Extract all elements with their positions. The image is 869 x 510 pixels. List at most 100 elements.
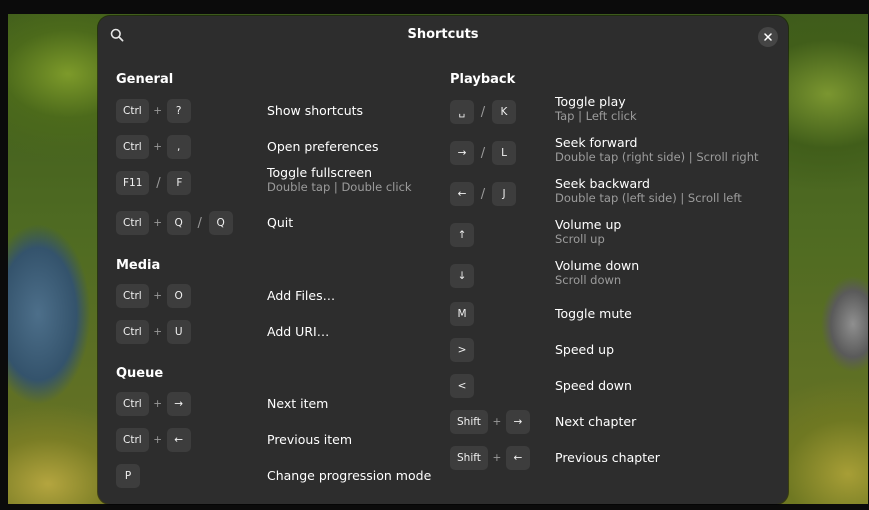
key-separator-plus: + [153, 141, 163, 153]
section-title-media: Media [116, 258, 161, 273]
key-separator-slash: / [480, 104, 486, 120]
shortcut-subtitle: Tap | Left click [555, 109, 637, 123]
keycap: Q [208, 211, 233, 235]
shortcut-title: Next item [267, 396, 329, 411]
shortcut-row-next-chapter: Shift + → Next chapter [450, 410, 780, 434]
keycap: Ctrl [116, 99, 149, 123]
keycap: → [450, 141, 474, 165]
shortcut-title: Toggle fullscreen [267, 165, 372, 180]
section-title-general: General [116, 72, 174, 87]
shortcut-keys: Shift + ← [450, 446, 530, 470]
shortcut-title: Previous chapter [555, 450, 660, 465]
shortcut-title: Open preferences [267, 139, 379, 154]
keycap: M [450, 302, 474, 326]
key-separator-plus: + [153, 105, 163, 117]
shortcut-keys: Ctrl + U [116, 320, 191, 344]
keycap: Ctrl [116, 284, 149, 308]
shortcut-row-previous-chapter: Shift + ← Previous chapter [450, 446, 780, 470]
shortcut-row-add-files: Ctrl + O Add Files… [116, 284, 436, 308]
shortcut-title: Speed down [555, 378, 632, 393]
section-title-playback: Playback [450, 72, 516, 87]
keycap: Ctrl [116, 211, 149, 235]
shortcut-subtitle: Scroll up [555, 232, 605, 246]
keycap: Ctrl [116, 135, 149, 159]
shortcut-row-volume-up: ↑ Volume up Scroll up [450, 217, 780, 247]
dialog-title: Shortcuts [407, 27, 479, 42]
shortcut-keys: Ctrl + ← [116, 428, 191, 452]
key-separator-plus: + [153, 217, 163, 229]
keycap: Ctrl [116, 428, 149, 452]
shortcut-row-next-item: Ctrl + → Next item [116, 392, 436, 416]
keycap: P [116, 464, 140, 488]
shortcut-keys: → / L [450, 141, 516, 165]
section-title-queue: Queue [116, 366, 164, 381]
keycap: Ctrl [116, 320, 149, 344]
close-icon [764, 33, 772, 41]
keycap: ← [166, 428, 191, 452]
keycap: < [450, 374, 474, 398]
keycap: F11 [116, 171, 150, 195]
keycap: Ctrl [116, 392, 149, 416]
shortcut-description: Volume down Scroll down [555, 258, 639, 287]
shortcut-keys: < [450, 374, 474, 398]
shortcut-row-toggle-play: ␣ / K Toggle play Tap | Left click [450, 94, 780, 124]
key-separator-slash: / [480, 145, 486, 161]
shortcut-subtitle: Double tap (right side) | Scroll right [555, 150, 759, 164]
close-button[interactable] [758, 27, 778, 47]
shortcut-description: Next chapter [555, 414, 636, 429]
shortcut-description: Next item [267, 396, 328, 411]
shortcut-description: Volume up Scroll up [555, 217, 621, 246]
shortcut-description: Seek backward Double tap (left side) | Sc… [555, 176, 742, 205]
shortcut-keys: F11 / F [116, 171, 192, 195]
keycap: ← [450, 182, 474, 206]
shortcut-subtitle: Scroll down [555, 273, 622, 287]
keycap: , [166, 135, 191, 159]
keycap: ↓ [450, 264, 474, 288]
shortcut-description: Previous item [267, 432, 352, 447]
shortcut-keys: Ctrl +, [116, 135, 191, 159]
keycap: U [166, 320, 191, 344]
shortcut-keys: Shift + → [450, 410, 530, 434]
shortcut-title: Quit [267, 215, 294, 230]
shortcut-title: Add URI… [267, 324, 330, 339]
shortcut-description: Speed up [555, 342, 614, 357]
shortcut-row-speed-up: > Speed up [450, 338, 780, 362]
dialog-header: Shortcuts [98, 16, 788, 54]
shortcut-title: Toggle play [555, 94, 626, 109]
shortcut-keys: P [116, 464, 140, 488]
key-separator-plus: + [492, 416, 502, 428]
shortcut-keys: ↑ [450, 223, 474, 247]
shortcut-description: Toggle fullscreen Double tap | Double cli… [267, 165, 412, 194]
shortcut-subtitle: Double tap (left side) | Scroll left [555, 191, 742, 205]
key-separator-plus: + [153, 290, 163, 302]
keycap: > [450, 338, 474, 362]
shortcut-row-speed-down: < Speed down [450, 374, 780, 398]
shortcut-title: Add Files… [267, 288, 336, 303]
shortcut-title: Toggle mute [555, 306, 632, 321]
key-separator-plus: + [492, 452, 502, 464]
keycap: Shift [450, 410, 488, 434]
shortcut-description: Open preferences [267, 139, 379, 154]
shortcut-keys: Ctrl + → [116, 392, 191, 416]
shortcut-description: Toggle mute [555, 306, 632, 321]
keycap: O [166, 284, 191, 308]
keycap: ? [166, 99, 191, 123]
shortcut-title: Previous item [267, 432, 353, 447]
keycap: J [492, 182, 516, 206]
keycap: F [167, 171, 192, 195]
shortcut-row-seek-backward: ← / J Seek backward Double tap (left side) |… [450, 176, 780, 206]
shortcuts-dialog: Shortcuts General Media Queue Playback C… [98, 16, 788, 504]
keycap: Shift [450, 446, 488, 470]
shortcut-row-change-progression-mode: P Change progression mode [116, 464, 436, 488]
shortcut-row-toggle-mute: M Toggle mute [450, 302, 780, 326]
shortcut-row-add-uri: Ctrl + U Add URI… [116, 320, 436, 344]
keycap: L [492, 141, 516, 165]
shortcut-row-show-shortcuts: Ctrl +? Show shortcuts [116, 99, 436, 123]
keycap: ↑ [450, 223, 474, 247]
key-separator-slash: / [156, 175, 161, 191]
shortcut-row-quit: Ctrl + Q / Q Quit [116, 211, 436, 235]
keycap: K [492, 100, 516, 124]
shortcut-row-seek-forward: → / L Seek forward Double tap (right side) |… [450, 135, 780, 165]
shortcut-description: Toggle play Tap | Left click [555, 94, 637, 123]
shortcut-row-toggle-fullscreen: F11 / F Toggle fullscreen Double tap | Doubl… [116, 165, 436, 195]
